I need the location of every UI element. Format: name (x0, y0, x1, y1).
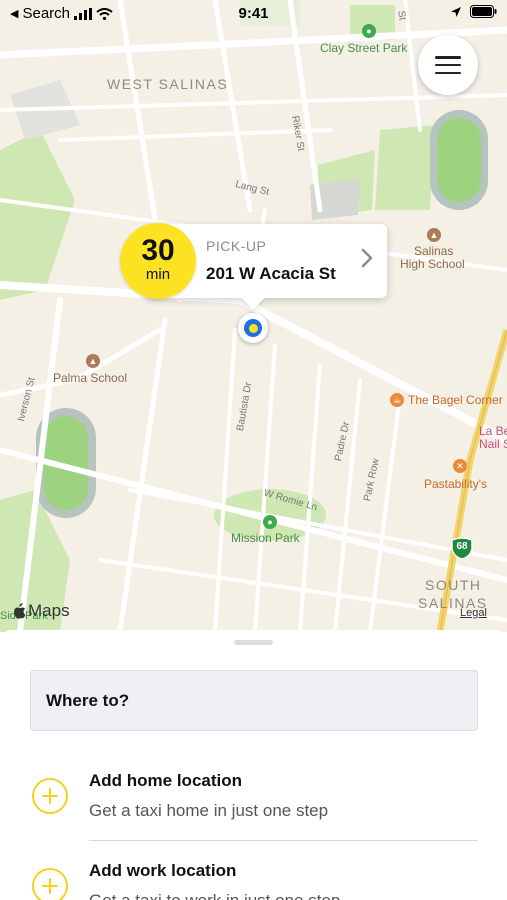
status-time: 9:41 (238, 5, 269, 22)
eta-badge: 30 min (120, 223, 196, 299)
cafe-icon: ☕ (390, 393, 404, 407)
row-title: Add work location (89, 861, 237, 880)
destination-search-field[interactable]: Where to? (30, 670, 478, 731)
menu-button[interactable] (418, 35, 478, 95)
location-arrow-icon (451, 6, 461, 17)
park-icon: ● (263, 515, 277, 529)
apple-logo-icon (14, 603, 26, 619)
eta-unit: min (145, 266, 171, 283)
route-shield: 68 (450, 537, 474, 560)
maps-attribution: Maps (12, 601, 70, 621)
poi-palma-school[interactable]: Palma School (53, 371, 127, 385)
maps-brand-text: Maps (28, 601, 70, 620)
poi-bagel-corner[interactable]: The Bagel Corner (408, 393, 503, 407)
pickup-address: 201 W Acacia St (206, 264, 336, 283)
school-icon: ▲ (86, 354, 100, 368)
legal-link[interactable]: Legal (460, 607, 487, 619)
status-bar: ◀ Search 9:41 (0, 0, 507, 28)
route-shield-number: 68 (456, 541, 468, 552)
row-divider (89, 840, 478, 841)
hamburger-icon (435, 56, 461, 74)
add-work-location-row[interactable]: Add work location Get a taxi to work in … (0, 850, 507, 900)
eta-number: 30 (141, 234, 175, 267)
poi-salinas-high-line2[interactable]: High School (400, 257, 465, 271)
add-circle-icon (32, 778, 68, 814)
poi-la-bella-line1[interactable]: La Be (479, 424, 507, 438)
add-circle-icon (32, 868, 68, 900)
area-label-south: SOUTH (425, 577, 482, 593)
restaurant-icon: ✕ (453, 459, 467, 473)
poi-salinas-high-line1[interactable]: Salinas (414, 244, 453, 258)
poi-mission-park[interactable]: Mission Park (231, 531, 300, 545)
add-home-location-row[interactable]: Add home location Get a taxi home in jus… (0, 760, 507, 848)
pickup-location-pin[interactable] (238, 313, 268, 343)
poi-la-bella-line2[interactable]: Nail S (479, 437, 507, 451)
area-label-west-salinas: WEST SALINAS (107, 76, 229, 92)
chevron-right-icon (361, 248, 373, 268)
battery-icon (470, 5, 497, 18)
sheet-grabber[interactable] (234, 640, 273, 645)
row-subtitle: Get a taxi to work in just one step (89, 891, 340, 900)
destination-placeholder: Where to? (46, 691, 130, 710)
school-icon: ▲ (427, 228, 441, 242)
poi-clay-street-park[interactable]: Clay Street Park (320, 41, 407, 55)
bottom-sheet[interactable]: Where to? Add home location Get a taxi h… (0, 630, 507, 900)
row-subtitle: Get a taxi home in just one step (89, 801, 329, 820)
pickup-label: PICK-UP (206, 238, 267, 254)
row-title: Add home location (89, 771, 242, 790)
poi-pastability[interactable]: Pastability's (424, 477, 487, 491)
